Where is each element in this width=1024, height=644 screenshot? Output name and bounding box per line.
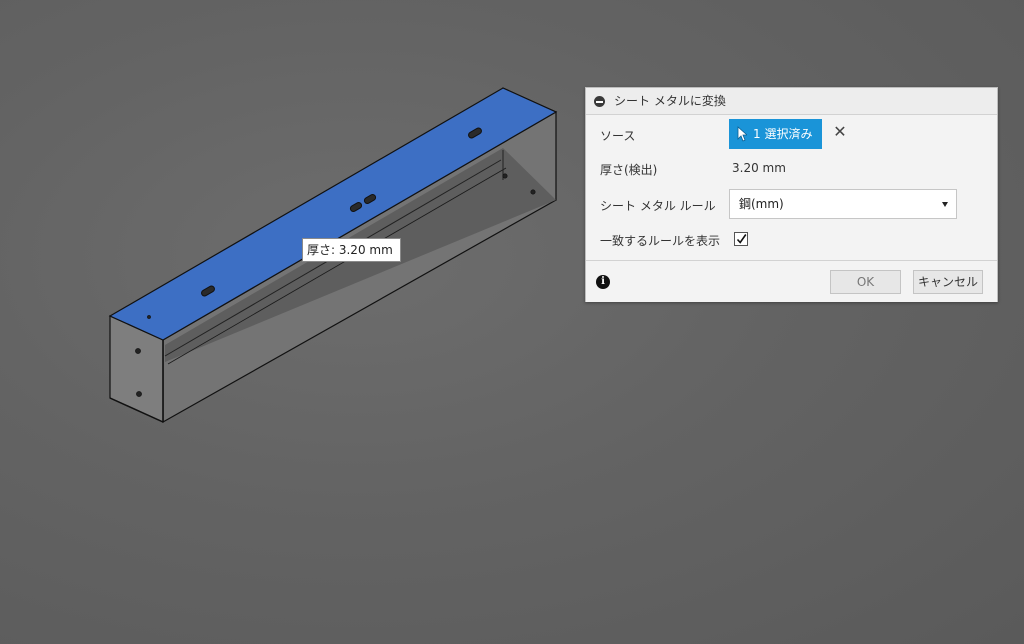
dialog-footer: i OK キャンセル xyxy=(586,260,997,302)
info-icon[interactable]: i xyxy=(596,275,610,289)
chevron-down-icon xyxy=(942,202,948,207)
collapse-icon[interactable] xyxy=(594,96,605,107)
thickness-tooltip: 厚さ: 3.20 mm xyxy=(302,238,401,262)
cursor-arrow-icon xyxy=(737,126,747,142)
dialog-title: シート メタルに変換 xyxy=(614,94,726,108)
sheet-metal-rule-value: 鋼(mm) xyxy=(739,197,784,211)
convert-to-sheet-metal-dialog: シート メタルに変換 ソース 1 選択済み ✕ 厚さ(検出) 3.20 mm シ… xyxy=(585,87,998,302)
show-matching-rules-label: 一致するルールを表示 xyxy=(600,234,721,248)
close-icon[interactable]: ✕ xyxy=(833,124,847,140)
dialog-header[interactable]: シート メタルに変換 xyxy=(586,88,997,115)
sheet-metal-rule-dropdown[interactable]: 鋼(mm) xyxy=(729,189,957,219)
thickness-value: 3.20 mm xyxy=(732,161,786,175)
source-selection-text: 1 選択済み xyxy=(753,127,813,141)
sheet-metal-rule-label: シート メタル ルール xyxy=(600,199,716,213)
cancel-button[interactable]: キャンセル xyxy=(913,270,983,294)
ok-button[interactable]: OK xyxy=(830,270,901,294)
thickness-label: 厚さ(検出) xyxy=(600,163,658,177)
checkmark-icon xyxy=(736,234,747,244)
canvas-viewport[interactable]: 厚さ: 3.20 mm シート メタルに変換 ソース 1 選択済み ✕ 厚さ(検… xyxy=(0,0,1024,644)
source-label: ソース xyxy=(600,129,636,143)
show-matching-rules-checkbox[interactable] xyxy=(734,232,748,246)
source-selection-button[interactable]: 1 選択済み xyxy=(729,119,822,149)
